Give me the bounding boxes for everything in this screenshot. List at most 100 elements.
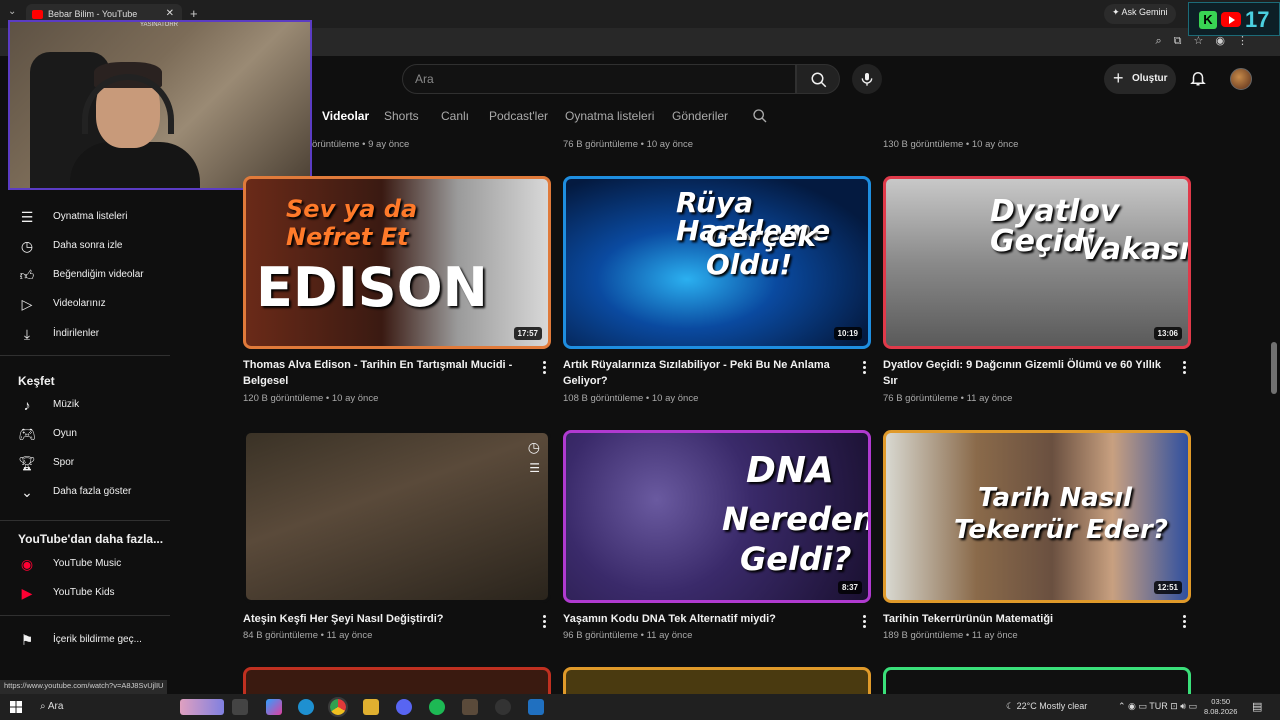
video-card[interactable]: DNA Nereden Geldi? 8:37 Yaşamın Kodu DNA… — [563, 430, 871, 645]
discord-icon[interactable] — [396, 699, 412, 715]
video-thumbnail[interactable]: DNA Nereden Geldi? 8:37 — [563, 430, 871, 603]
video-title[interactable]: Tarihin Tekerrürünün Matematiği — [883, 611, 1163, 627]
game-app-icon[interactable] — [462, 699, 478, 715]
tab-podcasts[interactable]: Podcast'ler — [489, 109, 548, 123]
obs-icon[interactable] — [495, 699, 511, 715]
app-icon[interactable] — [528, 699, 544, 715]
clock[interactable]: 03:50 8.08.2026 — [1204, 697, 1237, 717]
system-tray[interactable]: ⌃ ◉ ▭ TUR ⊡ 🔊︎ ▭ — [1118, 701, 1197, 712]
sidebar-item-your-videos[interactable]: ▷ Videolarınız — [0, 291, 170, 319]
video-title[interactable]: Thomas Alva Edison - Tarihin En Tartışma… — [243, 357, 523, 389]
task-view-icon[interactable] — [232, 699, 248, 715]
tab-live[interactable]: Canlı — [441, 109, 469, 123]
chrome-icon[interactable] — [328, 697, 348, 717]
video-card[interactable]: Dyatlov Geçidi Vakası 13:06 Dyatlov Geçi… — [883, 176, 1191, 406]
video-title[interactable]: Yaşamın Kodu DNA Tek Alternatif miydi? — [563, 611, 843, 627]
tab-posts[interactable]: Gönderiler — [672, 109, 728, 123]
thumbnail-text: Gerçek Oldu! — [706, 220, 816, 281]
notifications-bell-icon[interactable] — [1189, 69, 1207, 87]
channel-tabs: Videolar Shorts Canlı Podcast'ler Oynatm… — [312, 102, 1112, 132]
install-icon[interactable]: ⧉ — [1174, 35, 1194, 47]
sidebar-item-gaming[interactable]: 🎮︎ Oyun — [0, 421, 170, 449]
sparkle-icon: ✦ — [1112, 7, 1122, 17]
bookmark-star-icon[interactable]: ☆ — [1194, 35, 1216, 47]
close-tab-icon[interactable]: ✕ — [166, 8, 174, 19]
video-meta: 120 B görüntüleme • 10 ay önce — [243, 393, 379, 404]
sidebar-item-youtube-music[interactable]: ◉ YouTube Music — [0, 551, 170, 579]
more-actions-icon[interactable] — [1179, 360, 1189, 376]
video-thumbnail[interactable]: Dyatlov Geçidi Vakası 13:06 — [883, 176, 1191, 349]
new-tab-button[interactable]: + — [190, 6, 198, 21]
sidebar-item-watch-later[interactable]: ◷ Daha sonra izle — [0, 233, 170, 261]
more-actions-icon[interactable] — [539, 614, 549, 630]
sidebar-item-sports[interactable]: 🏆︎ Spor — [0, 450, 170, 478]
weather-widget[interactable]: ☾ 22°C Mostly clear — [1006, 701, 1087, 712]
tab-videos[interactable]: Videolar — [322, 109, 369, 123]
zoom-icon[interactable]: ⌕ — [1155, 35, 1173, 47]
copilot-icon[interactable] — [266, 699, 282, 715]
taskbar: ⌕ Ara ☾ 22°C Mostly clear ⌃ ◉ ▭ TUR ⊡ 🔊︎… — [0, 694, 1280, 720]
sidebar-item-downloads[interactable]: ⤓ İndirilenler — [0, 321, 170, 349]
thumbnail-text: EDISON — [256, 256, 488, 319]
tab-search-icon[interactable]: ⌄ — [8, 6, 16, 17]
profile-icon[interactable]: ◉ — [1215, 35, 1237, 47]
status-url: https://www.youtube.com/watch?v=A8J8SvUj… — [0, 680, 168, 694]
video-thumbnail[interactable]: ◷ ☰ — [243, 430, 551, 603]
taskbar-search-label: Ara — [47, 701, 64, 712]
sidebar-item-show-more[interactable]: ⌄ Daha fazla göster — [0, 479, 170, 507]
video-thumbnail[interactable]: Rüya Hackleme Gerçek Oldu! 10:19 — [563, 176, 871, 349]
video-thumbnail[interactable] — [883, 667, 1191, 694]
video-card[interactable]: Sev ya da Nefret Et EDISON 17:57 Thomas … — [243, 176, 551, 406]
windows-start-icon[interactable] — [10, 701, 22, 713]
video-thumbnail[interactable] — [243, 667, 551, 694]
sidebar-item-report-history[interactable]: ⚑ İçerik bildirme geç... — [0, 627, 170, 655]
sidebar-item-liked-videos[interactable]: 👍︎ Beğendiğim videolar — [0, 262, 170, 290]
taskbar-widget-icon[interactable] — [180, 699, 224, 715]
plus-icon: + — [1113, 68, 1124, 88]
video-title[interactable]: Dyatlov Geçidi: 9 Dağcının Gizemli Ölümü… — [883, 357, 1163, 389]
file-explorer-icon[interactable] — [363, 699, 379, 715]
edge-icon[interactable] — [298, 699, 314, 715]
video-title[interactable]: Ateşin Keşfi Her Şeyi Nasıl Değiştirdi? — [243, 611, 523, 627]
watch-later-icon[interactable]: ◷ — [528, 439, 540, 456]
avatar[interactable] — [1230, 68, 1252, 90]
video-title[interactable]: Artık Rüyalarınıza Sızılabiliyor - Peki … — [563, 357, 843, 389]
duration-badge: 17:57 — [513, 327, 542, 340]
ask-gemini-button[interactable]: ✦ Ask Gemini — [1104, 4, 1176, 24]
music-note-icon: ♪ — [23, 397, 31, 413]
more-actions-icon[interactable] — [859, 614, 869, 630]
menu-dots-icon[interactable]: ⋮ — [1237, 35, 1260, 47]
notification-icon[interactable]: ▤ — [1252, 700, 1262, 713]
spotify-icon[interactable] — [429, 699, 445, 715]
video-thumbnail[interactable] — [563, 667, 871, 694]
video-thumbnail[interactable]: Tarih Nasıl Tekerrür Eder? 12:51 — [883, 430, 1191, 603]
video-thumbnail[interactable]: Sev ya da Nefret Et EDISON 17:57 — [243, 176, 551, 349]
more-actions-icon[interactable] — [859, 360, 869, 376]
address-bar-actions: ⌕⧉☆◉⋮ — [1155, 34, 1260, 48]
youtube-music-icon: ◉ — [20, 556, 34, 572]
tab-shorts[interactable]: Shorts — [384, 109, 419, 123]
create-button[interactable]: + Oluştur — [1104, 64, 1176, 94]
more-actions-icon[interactable] — [1179, 614, 1189, 630]
sidebar-item-music[interactable]: ♪ Müzik — [0, 392, 170, 420]
sidebar-item-label: İçerik bildirme geç... — [53, 634, 142, 645]
channel-search-icon[interactable] — [752, 108, 768, 124]
video-meta: örüntüleme • 9 ay önce — [312, 139, 410, 150]
sidebar-item-youtube-kids[interactable]: ▶ YouTube Kids — [0, 580, 170, 608]
search-input[interactable]: Ara — [402, 64, 796, 94]
video-card[interactable]: Tarih Nasıl Tekerrür Eder? 12:51 Tarihin… — [883, 430, 1191, 645]
sidebar-section-title-explore: Keşfet — [18, 374, 55, 388]
search-button[interactable] — [796, 64, 840, 94]
video-card[interactable]: Rüya Hackleme Gerçek Oldu! 10:19 Artık R… — [563, 176, 871, 406]
sidebar-item-playlists[interactable]: ☰ Oynatma listeleri — [0, 204, 170, 232]
video-card[interactable]: ◷ ☰ Ateşin Keşfi Her Şeyi Nasıl Değiştir… — [243, 430, 551, 645]
sidebar-divider — [0, 615, 170, 616]
webcam-overlay: YASINATORR — [8, 20, 312, 190]
more-actions-icon[interactable] — [539, 360, 549, 376]
add-to-queue-icon[interactable]: ☰ — [529, 461, 540, 475]
taskbar-search[interactable]: ⌕ Ara — [40, 701, 63, 712]
thumbnail-text: Nereden — [722, 500, 871, 538]
tab-playlists[interactable]: Oynatma listeleri — [565, 109, 654, 123]
page-scrollbar[interactable] — [1271, 342, 1277, 394]
voice-search-button[interactable] — [852, 64, 882, 94]
